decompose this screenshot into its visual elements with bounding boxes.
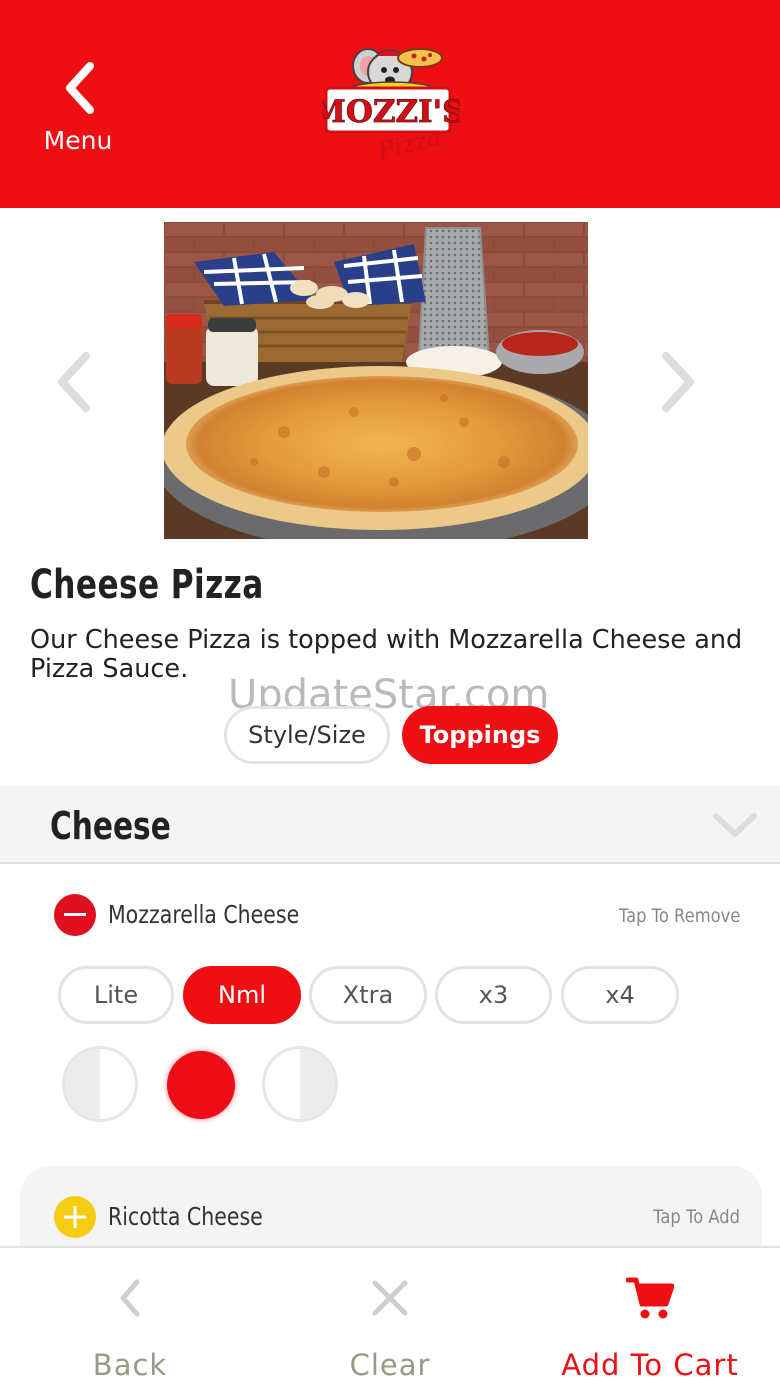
bottom-action-bar: Back Clear Add To Cart — [0, 1246, 780, 1387]
right-half-icon — [300, 1049, 335, 1119]
clear-button[interactable]: Clear — [300, 1248, 480, 1387]
chevron-left-icon — [66, 62, 94, 114]
product-title: Cheese Pizza — [30, 562, 264, 608]
back-menu-label: Menu — [43, 126, 113, 155]
portion-whole-button[interactable] — [167, 1051, 235, 1119]
amount-option-xtra[interactable]: Xtra — [309, 966, 427, 1024]
tap-to-remove-hint: Tap To Remove — [618, 905, 740, 927]
amount-option-x3[interactable]: x3 — [435, 966, 552, 1024]
add-to-cart-button[interactable]: Add To Cart — [540, 1248, 760, 1387]
amount-option-lite[interactable]: Lite — [58, 966, 174, 1024]
back-label: Back — [92, 1348, 168, 1382]
back-button[interactable]: Back — [40, 1248, 220, 1387]
portion-right-half-button[interactable] — [262, 1046, 338, 1122]
carousel-prev-button[interactable] — [54, 352, 94, 412]
section-title: Cheese — [50, 804, 171, 848]
topping-row-ricotta: Ricotta Cheese Tap To Add — [0, 1196, 780, 1252]
product-image-carousel — [0, 222, 780, 542]
chevron-right-icon — [662, 352, 694, 412]
close-icon — [372, 1280, 408, 1316]
mozzis-pizza-logo: MOZZI'S Pizza — [311, 38, 465, 166]
topping-name: Ricotta Cheese — [108, 1202, 263, 1231]
tap-to-add-hint: Tap To Add — [653, 1206, 740, 1228]
add-to-cart-label: Add To Cart — [561, 1348, 739, 1382]
amount-option-x4[interactable]: x4 — [561, 966, 679, 1024]
back-to-menu-button[interactable]: Menu — [30, 60, 130, 170]
app-header: Menu MOZZI'S Pizza — [0, 0, 780, 208]
tab-style-size[interactable]: Style/Size — [224, 706, 390, 764]
cheese-section-header[interactable]: Cheese — [0, 786, 780, 864]
cheese-pizza-photo — [164, 222, 588, 539]
chevron-left-icon — [58, 352, 90, 412]
topping-row-mozzarella: Mozzarella Cheese Tap To Remove — [0, 894, 780, 950]
left-half-icon — [65, 1049, 100, 1119]
minus-icon — [64, 913, 86, 916]
tab-toppings[interactable]: Toppings — [402, 706, 558, 764]
chevron-left-icon — [120, 1279, 140, 1317]
shopping-cart-icon — [626, 1277, 674, 1319]
svg-text:MOZZI'S: MOZZI'S — [322, 94, 460, 130]
chevron-down-icon — [713, 813, 757, 837]
plus-icon — [64, 1206, 86, 1228]
add-topping-button[interactable] — [54, 1196, 96, 1238]
carousel-next-button[interactable] — [658, 352, 698, 412]
clear-label: Clear — [349, 1348, 431, 1382]
topping-name: Mozzarella Cheese — [108, 900, 300, 929]
amount-option-nml[interactable]: Nml — [183, 966, 301, 1024]
remove-topping-button[interactable] — [54, 894, 96, 936]
portion-left-half-button[interactable] — [62, 1046, 138, 1122]
